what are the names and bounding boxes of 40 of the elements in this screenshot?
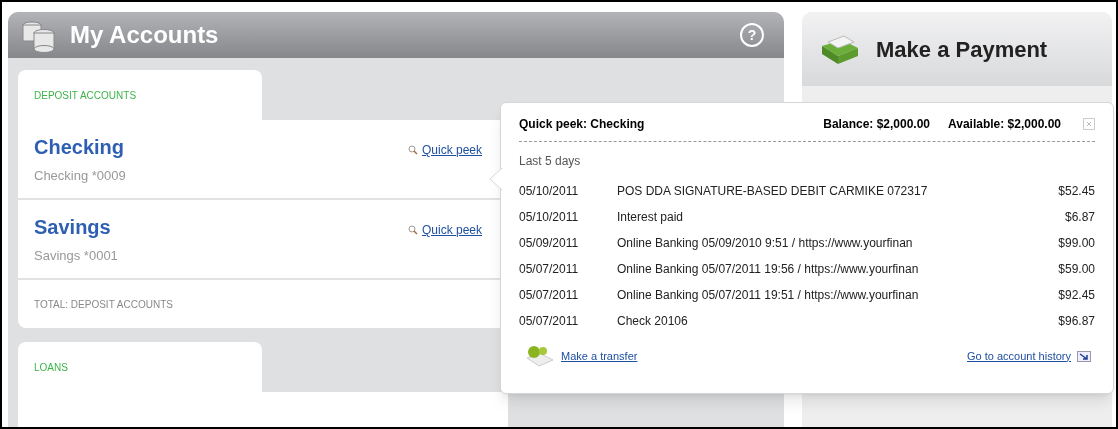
popover-title: Quick peek: Checking [519, 116, 645, 133]
transaction-amount: $96.87 [1058, 313, 1095, 330]
transaction-date: 05/07/2011 [519, 287, 580, 304]
transaction-amount: $92.45 [1058, 287, 1095, 304]
account-name[interactable]: Checking [34, 132, 408, 163]
period-label: Last 5 days [519, 153, 582, 170]
transaction-amount: $99.00 [1058, 235, 1095, 252]
transaction-amount: $6.87 [1064, 209, 1095, 226]
search-icon [407, 225, 418, 235]
transaction-description: Interest paid [617, 209, 685, 226]
account-history-link[interactable]: Go to account history [967, 347, 1071, 365]
section-label: LOANS [34, 360, 68, 375]
transaction-amount: $52.45 [1058, 183, 1095, 200]
close-icon[interactable] [1083, 118, 1095, 130]
transaction-description: Online Banking 05/07/2011 19:56 / https://www.yourfinan [617, 261, 920, 278]
transaction-description: Online Banking 05/09/2010 9:51 / https://www.yourfinan [617, 235, 914, 252]
account-number: Checking *0009 [34, 167, 127, 186]
section-total: TOTAL: DEPOSIT ACCOUNTS [34, 297, 173, 312]
transaction-date: 05/10/2011 [519, 209, 580, 226]
available-text: Available: $2,000.00 [948, 116, 1061, 133]
balance-text: Balance: $2,000.00 [823, 116, 931, 133]
transaction-description: Check 20106 [617, 313, 689, 330]
transaction-description: Online Banking 05/07/2011 19:51 / https://www.yourfinan [617, 287, 920, 304]
transaction-date: 05/09/2011 [519, 235, 580, 252]
section-label: DEPOSIT ACCOUNTS [34, 88, 137, 103]
transaction-date: 05/07/2011 [519, 261, 580, 278]
panel-title: Make a Payment [876, 35, 1048, 64]
transaction-date: 05/07/2011 [519, 313, 580, 330]
quick-peek-link[interactable]: Quick peek [407, 221, 482, 239]
transaction-date: 05/10/2011 [519, 183, 580, 200]
transaction-amount: $59.00 [1058, 261, 1095, 278]
arrow-icon [1077, 350, 1091, 362]
quick-peek-link[interactable]: Quick peek [407, 141, 482, 159]
account-name[interactable]: Savings [34, 212, 408, 243]
search-icon [407, 145, 418, 155]
make-transfer-link[interactable]: Make a transfer [561, 347, 638, 365]
panel-title: My Accounts [70, 20, 219, 50]
account-number: Savings *0001 [34, 247, 119, 266]
money-transfer-icon [525, 344, 555, 368]
transaction-description: POS DDA SIGNATURE-BASED DEBIT CARMIKE 072317 [617, 183, 929, 200]
